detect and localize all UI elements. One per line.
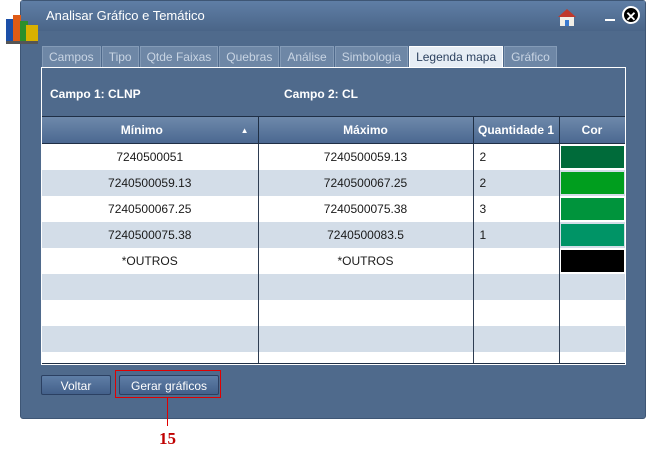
tab-legenda-mapa[interactable]: Legenda mapa <box>409 46 504 67</box>
header-cor[interactable]: Cor <box>559 117 625 144</box>
cell-minimo: 7240500059.13 <box>42 170 259 196</box>
color-swatch[interactable] <box>560 224 624 246</box>
sort-asc-icon: ▲ <box>240 126 249 135</box>
cell-minimo: *OUTROS <box>42 248 259 274</box>
cell-maximo: 7240500067.25 <box>258 170 474 196</box>
legend-panel: Campo 1: CLNP Campo 2: CL Mínimo ▲ Máximo… <box>41 67 626 365</box>
cell-cor[interactable] <box>559 248 625 274</box>
color-swatch[interactable] <box>560 146 624 168</box>
cell-cor[interactable] <box>559 143 625 170</box>
table-row-empty <box>42 352 625 363</box>
tab-simbologia[interactable]: Simbologia <box>334 46 409 67</box>
cell-quantidade: 2 <box>473 143 560 170</box>
table-row[interactable]: 7240500051 7240500059.13 2 <box>42 143 625 170</box>
table-row-empty <box>42 300 625 326</box>
cell-minimo: 7240500067.25 <box>42 196 259 222</box>
table-row[interactable]: *OUTROS *OUTROS <box>42 248 625 274</box>
legend-grid: Mínimo ▲ Máximo Quantidade 1 Cor 72405000… <box>42 116 625 364</box>
tab-qtde-faixas[interactable]: Qtde Faixas <box>139 46 219 67</box>
tab-bar: Campos Tipo Qtde Faixas Quebras Análise … <box>42 46 558 68</box>
header-maximo[interactable]: Máximo <box>258 117 474 144</box>
color-swatch[interactable] <box>560 172 624 194</box>
cell-maximo: 7240500075.38 <box>258 196 474 222</box>
dialog-window: Analisar Gráfico e Temático ✕ Campos Tip… <box>6 0 646 419</box>
table-row-empty <box>42 274 625 300</box>
header-minimo[interactable]: Mínimo ▲ <box>42 117 259 144</box>
header-quantidade[interactable]: Quantidade 1 <box>473 117 560 144</box>
cell-quantidade: 1 <box>473 222 560 248</box>
cell-maximo: *OUTROS <box>258 248 474 274</box>
cell-quantidade: 2 <box>473 170 560 196</box>
cell-quantidade <box>473 248 560 274</box>
campo2-label: Campo 2: CL <box>284 87 359 101</box>
annotation-number: 15 <box>159 429 176 448</box>
tab-analise[interactable]: Análise <box>280 46 334 67</box>
cell-maximo: 7240500083.5 <box>258 222 474 248</box>
campo1-label: Campo 1: CLNP <box>50 87 141 101</box>
color-swatch[interactable] <box>560 198 624 220</box>
cell-minimo: 7240500051 <box>42 143 259 170</box>
title-bar[interactable]: Analisar Gráfico e Temático <box>21 1 645 31</box>
minimize-icon[interactable] <box>605 19 615 21</box>
tab-grafico[interactable]: Gráfico <box>504 46 557 67</box>
cell-minimo: 7240500075.38 <box>42 222 259 248</box>
close-icon[interactable]: ✕ <box>622 6 640 24</box>
table-row[interactable]: 7240500059.13 7240500067.25 2 <box>42 170 625 196</box>
cell-cor[interactable] <box>559 196 625 222</box>
window-title: Analisar Gráfico e Temático <box>46 8 205 23</box>
cell-cor[interactable] <box>559 222 625 248</box>
cell-cor[interactable] <box>559 170 625 196</box>
tab-tipo[interactable]: Tipo <box>101 46 139 67</box>
app-books-icon <box>6 9 40 50</box>
home-icon[interactable] <box>557 7 577 32</box>
tab-quebras[interactable]: Quebras <box>219 46 280 67</box>
table-row[interactable]: 7240500075.38 7240500083.5 1 <box>42 222 625 248</box>
table-row-empty <box>42 326 625 352</box>
cell-maximo: 7240500059.13 <box>258 143 474 170</box>
tab-campos[interactable]: Campos <box>42 46 101 67</box>
color-swatch[interactable] <box>560 250 624 272</box>
annotation-highlight-box <box>115 370 221 398</box>
cell-quantidade: 3 <box>473 196 560 222</box>
table-row[interactable]: 7240500067.25 7240500075.38 3 <box>42 196 625 222</box>
annotation-callout-line <box>167 398 168 426</box>
voltar-button[interactable]: Voltar <box>41 375 111 395</box>
